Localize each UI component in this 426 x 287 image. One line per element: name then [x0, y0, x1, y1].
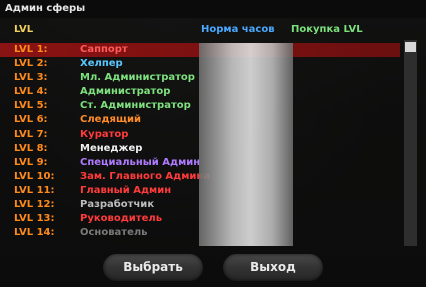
list-item-level: LVL 11: — [14, 184, 55, 196]
list-item-rank-name: Администратор — [80, 86, 171, 98]
list-item-level: LVL 12: — [14, 199, 55, 211]
scrollbar-thumb[interactable] — [405, 42, 416, 52]
list-item-level: LVL 14: — [14, 227, 55, 239]
list-item-rank-name: Следящий — [80, 114, 142, 126]
list-item-level: LVL 3: — [14, 72, 48, 84]
list-item-rank-name: Ст. Администратор — [80, 100, 191, 112]
list-item-level: LVL 7: — [14, 128, 48, 140]
window-title: Админ сферы — [5, 3, 86, 14]
list-item-rank-name: Зам. Главного Админа — [80, 170, 211, 182]
scrollbar[interactable] — [404, 40, 417, 246]
list-item-level: LVL 10: — [14, 170, 55, 182]
hours-column-panel — [199, 43, 293, 246]
column-header-buy-lvl: Покупка LVL — [291, 24, 363, 35]
list-item-level: LVL 6: — [14, 114, 48, 126]
title-bar: Админ сферы — [0, 0, 426, 18]
exit-button[interactable]: Выход — [223, 254, 323, 281]
list-item-rank-name: Куратор — [80, 128, 129, 140]
list-item-rank-name: Мл. Администратор — [80, 72, 195, 84]
list-item-rank-name: Главный Админ — [80, 184, 172, 196]
list-item-rank-name: Менеджер — [80, 142, 143, 154]
list-item-rank-name: Разработчик — [80, 199, 155, 211]
list-item-rank-name: Специальный Админ — [80, 156, 201, 168]
list-item-level: LVL 1: — [14, 44, 48, 55]
list-item-level: LVL 4: — [14, 86, 48, 98]
list-item-level: LVL 2: — [14, 58, 48, 70]
list-item-level: LVL 13: — [14, 213, 55, 225]
admin-spheres-dialog: Админ сферы LVL Норма часов Покупка LVL … — [0, 0, 426, 287]
list-item-rank-name: Руководитель — [80, 213, 163, 225]
column-header-lvl: LVL — [14, 24, 34, 35]
column-header-hours: Норма часов — [201, 24, 275, 35]
list-item-level: LVL 9: — [14, 156, 48, 168]
list-item-level: LVL 5: — [14, 100, 48, 112]
list-item-level: LVL 8: — [14, 142, 48, 154]
list-item-rank-name: Саппорт — [80, 44, 128, 55]
select-button[interactable]: Выбрать — [103, 254, 203, 281]
list-item-rank-name: Хелпер — [80, 58, 123, 70]
list-item-rank-name: Основатель — [80, 227, 148, 239]
